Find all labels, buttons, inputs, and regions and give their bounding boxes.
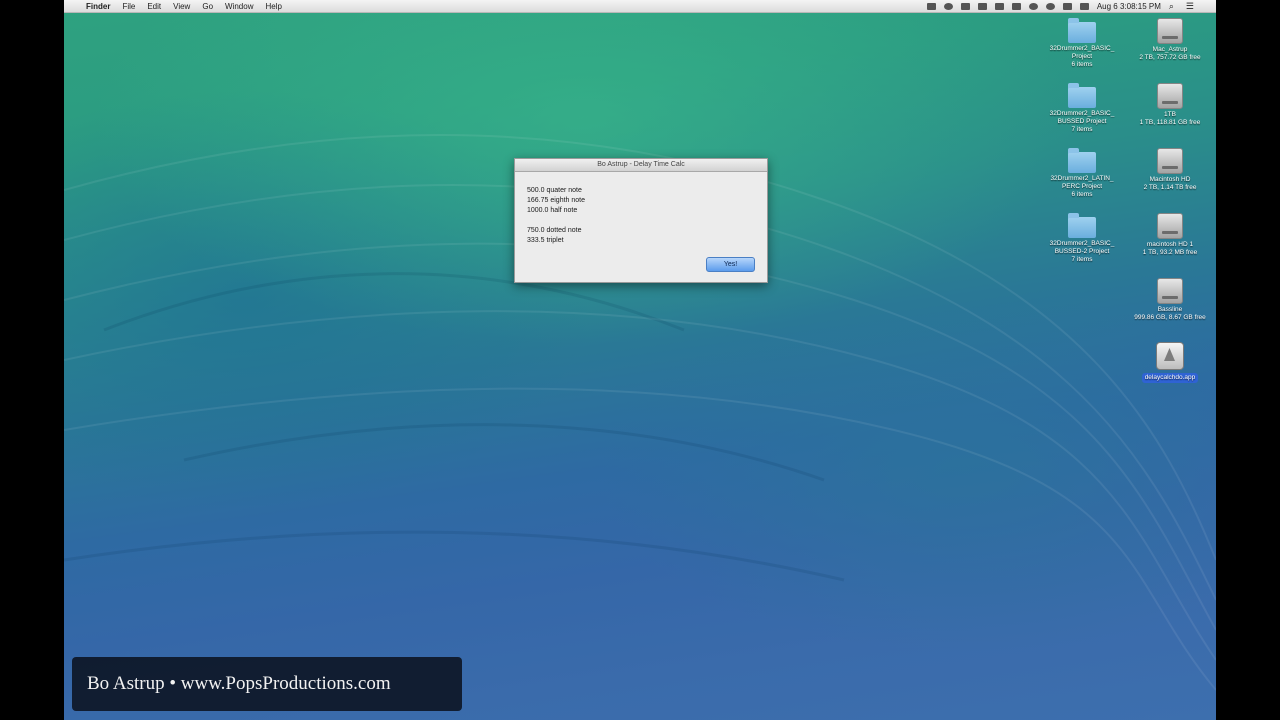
result-line: 500.0 quater note bbox=[527, 187, 582, 194]
desktop-folder[interactable]: 32Drummer2_BASIC_ BUSSED-2 Project 7 ite… bbox=[1042, 213, 1122, 264]
desktop: Finder File Edit View Go Window Help Aug… bbox=[64, 0, 1216, 720]
time-machine-icon[interactable] bbox=[1028, 2, 1038, 10]
menu-finder[interactable]: Finder bbox=[86, 2, 110, 11]
menu-bar: Finder File Edit View Go Window Help Aug… bbox=[64, 0, 1216, 13]
menu-help[interactable]: Help bbox=[265, 2, 281, 11]
yes-button[interactable]: Yes! bbox=[706, 257, 755, 272]
delay-calc-dialog: Bo Astrup - Delay Time Calc 500.0 quater… bbox=[514, 158, 768, 283]
menu-window[interactable]: Window bbox=[225, 2, 253, 11]
hard-drive-icon bbox=[1157, 83, 1183, 109]
desktop-folder[interactable]: 32Drummer2_BASIC_ Project 6 items bbox=[1042, 18, 1122, 69]
menu-edit[interactable]: Edit bbox=[147, 2, 161, 11]
folder-icon bbox=[1068, 83, 1096, 108]
volume-icon[interactable] bbox=[1062, 2, 1072, 10]
result-line: 750.0 dotted note bbox=[527, 227, 582, 234]
app-label: delaycalchdo.app bbox=[1141, 373, 1199, 383]
desktop-disk[interactable]: Macintosh HD 2 TB, 1.14 TB free bbox=[1130, 148, 1210, 192]
result-line: 1000.0 half note bbox=[527, 207, 578, 214]
status-icon[interactable] bbox=[1011, 2, 1021, 10]
watermark-banner: Bo Astrup • www.PopsProductions.com bbox=[72, 657, 462, 711]
app-icon bbox=[1156, 342, 1184, 370]
hard-drive-icon bbox=[1157, 18, 1183, 44]
dialog-title: Bo Astrup - Delay Time Calc bbox=[515, 159, 767, 172]
menu-view[interactable]: View bbox=[173, 2, 190, 11]
dialog-message: 500.0 quater note 166.75 eighth note 100… bbox=[515, 172, 767, 246]
menu-file[interactable]: File bbox=[122, 2, 135, 11]
result-line: 166.75 eighth note bbox=[527, 197, 585, 204]
hard-drive-icon bbox=[1157, 278, 1183, 304]
desktop-folder[interactable]: 32Drummer2_LATIN_ PERC Project 6 items bbox=[1042, 148, 1122, 199]
battery-icon[interactable] bbox=[1079, 2, 1089, 10]
folder-icon bbox=[1068, 148, 1096, 173]
folder-icon bbox=[1068, 18, 1096, 43]
search-icon[interactable]: ⌕ bbox=[1169, 1, 1174, 12]
desktop-folder[interactable]: 32Drummer2_BASIC_ BUSSED Project 7 items bbox=[1042, 83, 1122, 134]
menu-go[interactable]: Go bbox=[202, 2, 213, 11]
status-icon[interactable] bbox=[926, 2, 936, 10]
status-icon[interactable] bbox=[994, 2, 1004, 10]
result-line: 333.5 triplet bbox=[527, 237, 564, 244]
desktop-disk[interactable]: Mac_Astrup 2 TB, 757.72 GB free bbox=[1130, 18, 1210, 62]
status-icon[interactable] bbox=[960, 2, 970, 10]
hard-drive-icon bbox=[1157, 148, 1183, 174]
desktop-disk[interactable]: Bassline 999.86 GB, 8.67 GB free bbox=[1130, 278, 1210, 322]
status-area: Aug 6 3:08:15 PM ⌕ ☰ bbox=[926, 1, 1216, 12]
menu-clock[interactable]: Aug 6 3:08:15 PM bbox=[1097, 2, 1161, 11]
banner-text: Bo Astrup • www.PopsProductions.com bbox=[87, 673, 391, 694]
folder-icon bbox=[1068, 213, 1096, 238]
status-icon[interactable] bbox=[943, 2, 953, 10]
hard-drive-icon bbox=[1157, 213, 1183, 239]
desktop-app-selected[interactable]: delaycalchdo.app bbox=[1130, 342, 1210, 383]
list-icon[interactable]: ☰ bbox=[1186, 1, 1194, 12]
desktop-disk[interactable]: 1TB 1 TB, 118.81 GB free bbox=[1130, 83, 1210, 127]
desktop-disk[interactable]: macintosh HD 1 1 TB, 93.2 MB free bbox=[1130, 213, 1210, 257]
wifi-icon[interactable] bbox=[1045, 2, 1055, 10]
bluetooth-icon[interactable] bbox=[977, 2, 987, 10]
